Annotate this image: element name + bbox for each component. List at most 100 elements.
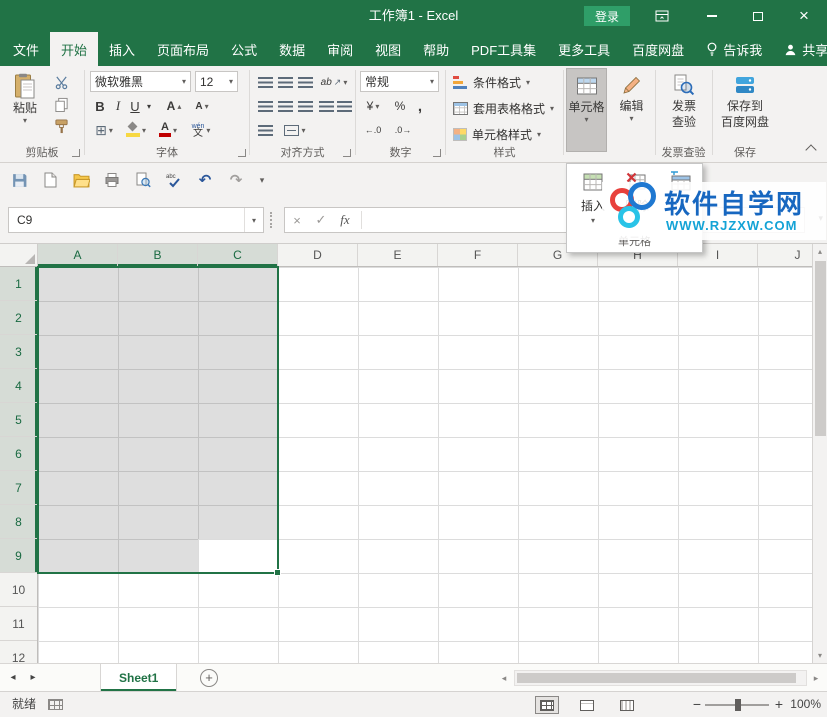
zoom-level[interactable]: 100% bbox=[785, 692, 821, 717]
cancel-button[interactable]: × bbox=[285, 208, 309, 232]
fill-handle[interactable] bbox=[274, 569, 281, 576]
decrease-indent-button[interactable] bbox=[318, 96, 334, 116]
ribbon-display-options-button[interactable] bbox=[645, 0, 679, 32]
share-button[interactable]: 共享 bbox=[773, 32, 827, 66]
horizontal-scroll-thumb[interactable] bbox=[517, 673, 796, 683]
merge-center-button[interactable]: ▾ bbox=[280, 120, 310, 140]
number-format-combo[interactable]: 常规 ▾ bbox=[360, 71, 439, 92]
orientation-button[interactable]: ab ↗ ▾ bbox=[318, 72, 350, 92]
row-header[interactable]: 3 bbox=[0, 335, 37, 369]
underline-button[interactable]: U bbox=[127, 96, 143, 116]
cells-button[interactable]: 单元格 ▾ bbox=[566, 68, 607, 152]
next-sheet-button[interactable]: ▸ bbox=[24, 664, 42, 691]
formula-bar-resize-handle[interactable] bbox=[270, 212, 274, 228]
ribbon-tab[interactable]: 审阅 bbox=[316, 32, 364, 66]
row-header[interactable]: 1 bbox=[0, 267, 37, 301]
borders-button[interactable]: ⊞▾ bbox=[91, 120, 117, 140]
conditional-formatting-button[interactable]: 条件格式 ▾ bbox=[450, 71, 560, 93]
select-all-corner[interactable] bbox=[0, 244, 38, 266]
row-header[interactable]: 8 bbox=[0, 505, 37, 539]
column-header[interactable]: B bbox=[118, 244, 198, 266]
column-header[interactable]: C bbox=[198, 244, 278, 266]
format-as-table-button[interactable]: 套用表格格式 ▾ bbox=[450, 97, 560, 119]
tell-me-button[interactable]: 告诉我 bbox=[695, 32, 773, 66]
zoom-slider-thumb[interactable] bbox=[735, 699, 741, 711]
scroll-up-button[interactable]: ▴ bbox=[813, 244, 827, 259]
page-break-view-button[interactable] bbox=[615, 696, 639, 714]
align-bottom-button[interactable] bbox=[296, 72, 314, 92]
vertical-scroll-thumb[interactable] bbox=[815, 261, 826, 436]
ribbon-tab[interactable]: 帮助 bbox=[412, 32, 460, 66]
scroll-right-button[interactable]: ▸ bbox=[809, 670, 823, 686]
worksheet-grid[interactable] bbox=[38, 267, 812, 663]
wrap-text-button[interactable] bbox=[256, 120, 274, 140]
copy-button[interactable] bbox=[50, 94, 72, 114]
invoice-check-button[interactable]: 发票 查验 bbox=[658, 68, 710, 129]
enter-button[interactable]: ✓ bbox=[309, 208, 333, 232]
normal-view-button[interactable] bbox=[535, 696, 559, 714]
macro-record-icon[interactable] bbox=[48, 699, 63, 710]
redo-button[interactable]: ↷ bbox=[225, 169, 247, 191]
font-dialog-launcher[interactable] bbox=[238, 149, 246, 157]
ribbon-tab[interactable]: 插入 bbox=[98, 32, 146, 66]
row-header[interactable]: 7 bbox=[0, 471, 37, 505]
print-preview-button[interactable] bbox=[132, 169, 154, 191]
italic-button[interactable]: I bbox=[111, 96, 125, 116]
clipboard-dialog-launcher[interactable] bbox=[72, 149, 80, 157]
ribbon-tab[interactable]: PDF工具集 bbox=[460, 32, 547, 66]
horizontal-scrollbar[interactable] bbox=[514, 670, 807, 686]
previous-sheet-button[interactable]: ◂ bbox=[4, 664, 22, 691]
save-to-netdisk-button[interactable]: 保存到 百度网盘 bbox=[716, 68, 774, 129]
page-layout-view-button[interactable] bbox=[575, 696, 599, 714]
paste-button[interactable]: 粘贴 ▾ bbox=[6, 68, 44, 124]
open-button[interactable] bbox=[70, 169, 92, 191]
column-header[interactable]: A bbox=[38, 244, 118, 266]
decrease-decimal-button[interactable]: .0→ bbox=[390, 120, 416, 140]
comma-style-button[interactable]: , bbox=[412, 96, 428, 116]
sheet-tab[interactable]: Sheet1 bbox=[100, 664, 177, 691]
fill-color-button[interactable]: ▾ bbox=[123, 120, 149, 140]
name-box-dropdown[interactable]: ▾ bbox=[244, 208, 263, 232]
increase-decimal-button[interactable]: ←.0 bbox=[360, 120, 386, 140]
column-header[interactable]: J bbox=[758, 244, 812, 266]
row-header[interactable]: 9 bbox=[0, 539, 37, 573]
row-header[interactable]: 11 bbox=[0, 607, 37, 641]
alignment-dialog-launcher[interactable] bbox=[343, 149, 351, 157]
cut-button[interactable] bbox=[50, 72, 72, 92]
ribbon-tab[interactable]: 开始 bbox=[50, 32, 98, 66]
shrink-font-button[interactable]: A▾ bbox=[190, 96, 214, 116]
row-header[interactable]: 2 bbox=[0, 301, 37, 335]
login-button[interactable]: 登录 bbox=[584, 6, 630, 26]
zoom-out-button[interactable]: − bbox=[693, 692, 701, 717]
zoom-in-button[interactable]: + bbox=[775, 692, 783, 717]
font-color-button[interactable]: A ▾ bbox=[155, 120, 181, 140]
align-center-button[interactable] bbox=[276, 96, 294, 116]
align-top-button[interactable] bbox=[256, 72, 274, 92]
ribbon-tab[interactable]: 更多工具 bbox=[547, 32, 621, 66]
new-sheet-button[interactable]: + bbox=[200, 669, 218, 687]
tab-file[interactable]: 文件 bbox=[2, 32, 50, 66]
scroll-left-button[interactable]: ◂ bbox=[497, 670, 511, 686]
number-dialog-launcher[interactable] bbox=[433, 149, 441, 157]
row-header[interactable]: 10 bbox=[0, 573, 37, 607]
increase-indent-button[interactable] bbox=[336, 96, 352, 116]
align-left-button[interactable] bbox=[256, 96, 274, 116]
column-header[interactable]: D bbox=[278, 244, 358, 266]
grow-font-button[interactable]: A▴ bbox=[162, 96, 186, 116]
new-workbook-button[interactable] bbox=[39, 169, 61, 191]
collapse-ribbon-button[interactable] bbox=[805, 144, 816, 155]
underline-dropdown[interactable]: ▾ bbox=[144, 96, 154, 116]
row-header[interactable]: 5 bbox=[0, 403, 37, 437]
font-size-combo[interactable]: 12 ▾ bbox=[195, 71, 238, 92]
name-box[interactable]: C9 ▾ bbox=[8, 207, 264, 233]
column-header[interactable]: F bbox=[438, 244, 518, 266]
align-right-button[interactable] bbox=[296, 96, 314, 116]
ribbon-tab[interactable]: 视图 bbox=[364, 32, 412, 66]
format-painter-button[interactable] bbox=[50, 116, 72, 136]
editing-button[interactable]: 编辑 ▾ bbox=[611, 68, 652, 152]
ribbon-tab[interactable]: 数据 bbox=[268, 32, 316, 66]
column-header[interactable]: E bbox=[358, 244, 438, 266]
ribbon-tab[interactable]: 百度网盘 bbox=[621, 32, 695, 66]
row-header[interactable]: 12 bbox=[0, 641, 37, 663]
percent-style-button[interactable]: % bbox=[392, 96, 408, 116]
